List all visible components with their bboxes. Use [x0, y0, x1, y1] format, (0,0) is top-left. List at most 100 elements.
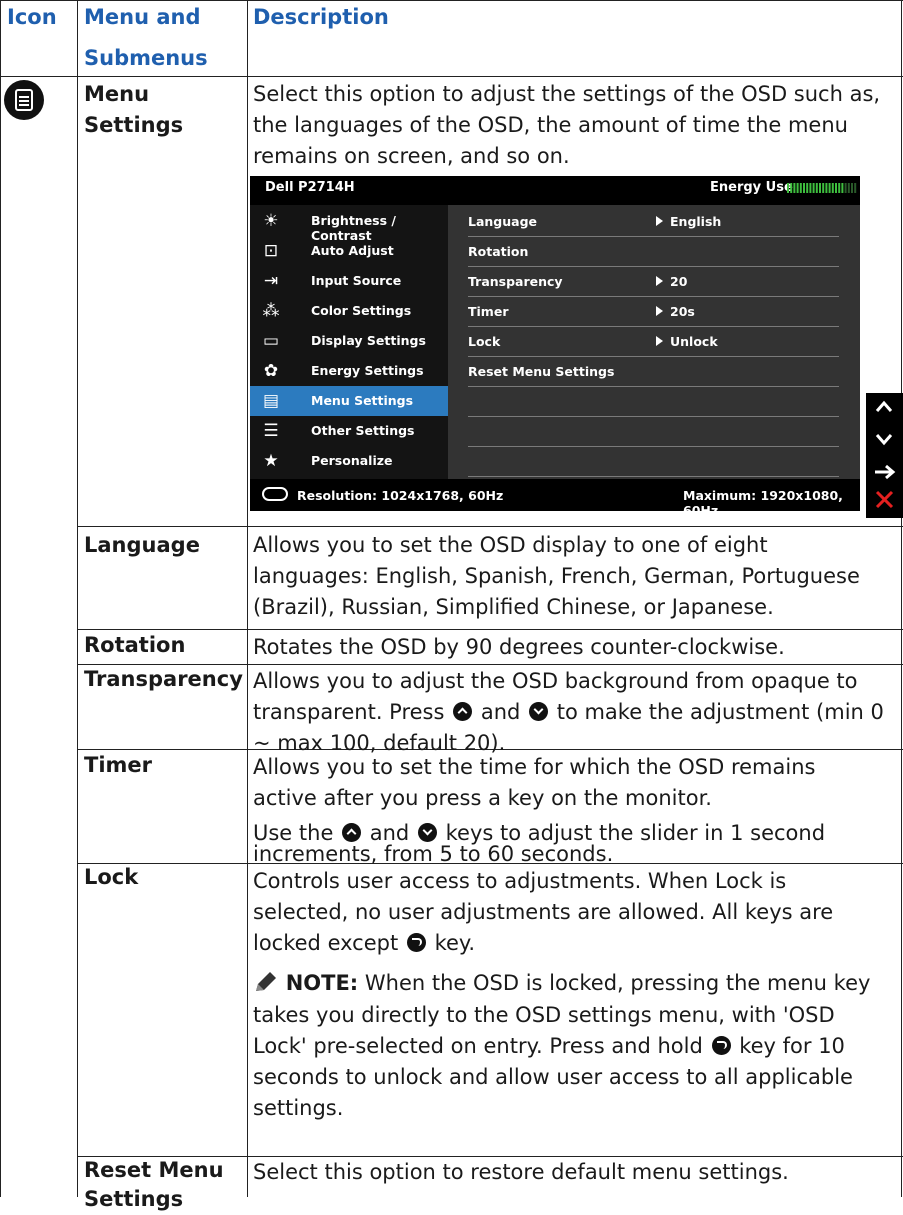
osd-submenu-row[interactable]: Language English	[468, 206, 839, 237]
table-divider-icon-col	[77, 0, 78, 1197]
menu-settings-desc-1: Select this option to adjust the setting…	[253, 82, 881, 106]
osd-row-key: Language	[468, 214, 538, 229]
energy-meter-segment	[787, 183, 789, 193]
triangle-right-icon	[656, 276, 663, 286]
lock-note-3: Lock' pre-selected on entry. Press and h…	[253, 1034, 845, 1058]
row-name-timer: Timer	[84, 753, 153, 777]
table-border-top	[0, 0, 903, 1]
row-divider	[77, 526, 903, 527]
language-desc-3: (Brazil), Russian, Simplified Chinese, o…	[253, 595, 774, 619]
table-divider-menu-col	[247, 0, 248, 1197]
osd-side-buttons	[866, 393, 903, 518]
language-desc-2: languages: English, Spanish, French, Ger…	[253, 564, 860, 588]
menu-doc-icon: ▤	[262, 391, 280, 411]
header-menu: Menu and	[84, 5, 201, 29]
leaf-icon: ✿	[263, 361, 279, 381]
osd-submenu-row[interactable]: Lock Unlock	[468, 326, 839, 357]
osd-row-value: Unlock	[670, 334, 718, 349]
lock-desc-3: locked except key.	[253, 931, 476, 955]
reset-desc: Select this option to restore default me…	[253, 1160, 789, 1184]
row-name-transparency: Transparency	[84, 667, 243, 691]
energy-meter-segment	[815, 183, 818, 193]
row-name-rotation: Rotation	[84, 633, 186, 657]
energy-meter-segment	[851, 183, 853, 193]
display-rect-icon: ▭	[262, 331, 280, 351]
osd-menu-item[interactable]: ☰ Other Settings	[250, 416, 448, 446]
osd-menu-label: Menu Settings	[311, 393, 414, 408]
energy-meter	[787, 183, 857, 193]
menu-settings-desc-2: the languages of the OSD, the amount of …	[253, 113, 848, 137]
lock-desc-2: selected, no user adjustments are allowe…	[253, 900, 834, 924]
lock-note-1: NOTE: When the OSD is locked, pressing t…	[253, 968, 870, 999]
osd-submenu-row[interactable]: Timer 20s	[468, 296, 839, 327]
energy-meter-segment	[803, 183, 805, 193]
row-name-reset: Reset Menu	[84, 1158, 224, 1182]
osd-footer-maximum: Maximum: 1920x1080, 60Hz	[683, 488, 843, 518]
header-menu-2: Submenus	[84, 46, 208, 70]
rotation-desc: Rotates the OSD by 90 degrees counter-cl…	[253, 635, 785, 659]
header-icon: Icon	[7, 5, 57, 29]
osd-submenu-row[interactable]: Reset Menu Settings	[468, 356, 839, 387]
header-description: Description	[253, 5, 389, 29]
energy-meter-segment	[828, 183, 831, 193]
energy-meter-segment	[838, 183, 841, 193]
osd-submenu-panel: Language English Rotation Transparency 20 Tim…	[448, 205, 860, 479]
energy-meter-segment	[835, 183, 837, 193]
osd-menu-item[interactable]: ▭ Display Settings	[250, 326, 448, 356]
osd-model-title: Dell P2714H	[265, 180, 355, 195]
osd-menu-label: Other Settings	[311, 423, 415, 438]
osd-row-key: Lock	[468, 334, 501, 349]
osd-submenu-row[interactable]: Transparency 20	[468, 266, 839, 297]
language-desc-1: Allows you to set the OSD display to one…	[253, 533, 768, 557]
row-name-reset-2: Settings	[84, 1187, 184, 1211]
osd-menu-item[interactable]: ▤ Menu Settings	[250, 386, 448, 416]
osd-row-value: 20	[670, 274, 688, 289]
triangle-right-icon	[656, 216, 663, 226]
menu-settings-title-2: Settings	[84, 113, 184, 137]
sliders-icon: ☰	[263, 421, 279, 441]
back-key-icon	[711, 1036, 731, 1055]
transparency-desc-1: Allows you to adjust the OSD background …	[253, 669, 858, 693]
header-divider	[0, 76, 903, 77]
osd-row-value: English	[670, 214, 722, 229]
osd-menu-label: Personalize	[311, 453, 393, 468]
osd-screenshot: Dell P2714H Energy Use ☀ Brightness / Con…	[250, 176, 860, 518]
osd-menu-item[interactable]: ⁂ Color Settings	[250, 296, 448, 326]
energy-meter-segment	[844, 183, 847, 193]
menu-settings-title: Menu	[84, 82, 150, 106]
energy-meter-segment	[854, 183, 857, 193]
lock-note-5: settings.	[253, 1096, 344, 1120]
osd-menu-label: Input Source	[311, 273, 402, 288]
osd-submenu-row[interactable]: Rotation	[468, 236, 839, 267]
energy-meter-segment	[809, 183, 812, 193]
osd-menu-item[interactable]: ✿ Energy Settings	[250, 356, 448, 386]
osd-menu-label: Auto Adjust	[311, 243, 394, 258]
row-name-lock: Lock	[84, 865, 139, 889]
osd-row-key: Timer	[468, 304, 509, 319]
osd-menu-item[interactable]: ⊡ Auto Adjust	[250, 236, 448, 266]
energy-meter-segment	[793, 183, 796, 193]
osd-menu-item[interactable]: ⇥ Input Source	[250, 266, 448, 296]
star-icon: ★	[263, 451, 279, 471]
lock-desc-1: Controls user access to adjustments. Whe…	[253, 869, 787, 893]
osd-menu-item[interactable]: ★ Personalize	[250, 446, 448, 476]
energy-meter-segment	[806, 183, 809, 193]
transparency-desc-2: transparent. Press and to make the adjus…	[253, 700, 884, 724]
menu-settings-desc-3: remains on screen, and so on.	[253, 144, 570, 168]
osd-menu-item[interactable]: ☀ Brightness / Contrast	[250, 206, 448, 243]
osd-submenu-row	[468, 446, 839, 477]
osd-menu-label: Color Settings	[311, 303, 412, 318]
timer-desc-2: active after you press a key on the moni…	[253, 786, 712, 810]
auto-adjust-icon: ⊡	[263, 241, 279, 261]
down-arrow-icon	[875, 434, 893, 446]
energy-meter-segment	[841, 183, 844, 193]
osd-menu-label: Display Settings	[311, 333, 426, 348]
energy-meter-segment	[796, 183, 799, 193]
table-border-right	[901, 0, 902, 1197]
energy-meter-segment	[825, 183, 828, 193]
osd-footer-input-icon	[262, 487, 288, 501]
row-divider	[77, 629, 903, 630]
osd-row-key: Rotation	[468, 244, 529, 259]
sun-icon: ☀	[263, 211, 279, 231]
down-key-icon	[529, 702, 549, 721]
